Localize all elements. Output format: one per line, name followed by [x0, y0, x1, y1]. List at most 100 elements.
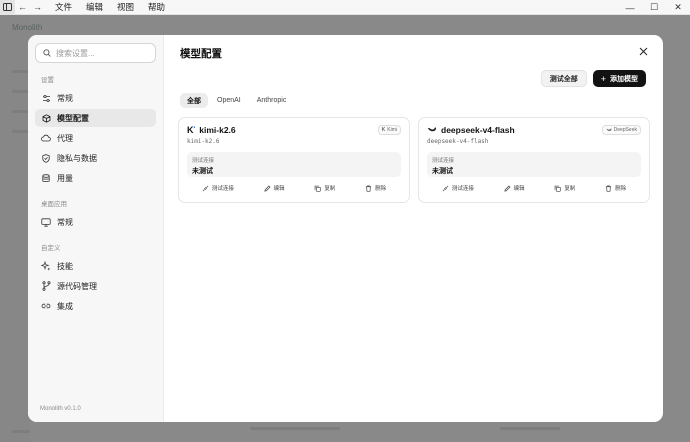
action-label: 删除: [375, 186, 387, 192]
model-id: kimi-k2.6: [187, 138, 220, 145]
monitor-icon: [41, 217, 51, 227]
app-version: Monolith v0.1.0: [40, 406, 81, 412]
menu-help[interactable]: 帮助: [148, 1, 165, 13]
sidebar-item-desktop-general[interactable]: 常规: [35, 213, 156, 231]
close-icon: [639, 47, 647, 55]
pencil-icon: [264, 185, 271, 192]
delete-button[interactable]: 删除: [605, 184, 626, 192]
search-icon: [43, 49, 51, 57]
sidebar-item-label: 源代码管理: [57, 281, 97, 291]
provider-name: Kimi: [387, 127, 397, 133]
sidebar-item-privacy[interactable]: 隐私与数据: [35, 149, 156, 167]
back-arrow-icon[interactable]: ←: [15, 0, 30, 15]
status-value: 未测试: [432, 168, 453, 175]
trash-icon: [365, 185, 372, 192]
delete-button[interactable]: 删除: [365, 184, 386, 192]
sidebar-item-general[interactable]: 常规: [35, 89, 156, 107]
copy-button[interactable]: 复制: [314, 184, 335, 192]
sidebar-item-label: 隐私与数据: [57, 153, 97, 163]
sidebar-toggle-icon[interactable]: [0, 0, 15, 15]
pencil-icon: [504, 185, 511, 192]
sidebar-item-label: 模型配置: [57, 113, 89, 123]
menu-edit[interactable]: 编辑: [86, 1, 103, 13]
tab-all[interactable]: 全部: [180, 93, 208, 108]
header-actions: 测试全部 + 添加模型: [540, 70, 646, 87]
action-label: 测试连接: [211, 186, 234, 192]
model-card: K• kimi-k2.6 kimi-k2.6 K Kimi 测试连接 未测试 测…: [178, 117, 410, 203]
git-branch-icon: [41, 281, 51, 291]
add-model-button[interactable]: + 添加模型: [592, 70, 646, 87]
sliders-icon: [41, 93, 51, 103]
action-label: 编辑: [513, 186, 525, 192]
deepseek-logo-icon: [606, 127, 612, 134]
close-window-icon[interactable]: ✕: [666, 0, 690, 15]
sidebar-item-usage[interactable]: 用量: [35, 169, 156, 187]
menu-bar: 文件 编辑 视图 帮助: [55, 1, 165, 13]
kimi-logo-icon: K: [381, 127, 386, 133]
card-actions: 测试连接 编辑 复制 删除: [427, 184, 641, 192]
cube-icon: [41, 113, 51, 123]
status-value: 未测试: [192, 168, 213, 175]
link-icon: [41, 301, 51, 311]
action-label: 编辑: [273, 186, 285, 192]
sidebar-item-model-config[interactable]: 模型配置: [35, 109, 156, 127]
edit-button[interactable]: 编辑: [264, 184, 285, 192]
search-input[interactable]: 搜索设置...: [35, 43, 156, 63]
kimi-logo-icon: K•: [187, 125, 196, 135]
settings-modal: 搜索设置... 设置 常规 模型配置 代理 隐私与数据 用量 桌面应用 常规 自…: [28, 35, 663, 422]
provider-badge: DeepSeek: [601, 125, 641, 135]
copy-icon: [555, 185, 562, 192]
database-icon: [41, 173, 51, 183]
plus-icon: +: [600, 73, 606, 84]
menu-view[interactable]: 视图: [117, 1, 134, 13]
close-modal-button[interactable]: [637, 45, 649, 57]
maximize-icon[interactable]: ☐: [642, 0, 666, 15]
settings-sidebar: 搜索设置... 设置 常规 模型配置 代理 隐私与数据 用量 桌面应用 常规 自…: [28, 35, 164, 422]
copy-button[interactable]: 复制: [554, 184, 575, 192]
copy-icon: [315, 185, 322, 192]
connection-icon: [442, 185, 449, 191]
test-all-button[interactable]: 测试全部: [540, 70, 587, 87]
settings-content: 模型配置 测试全部 + 添加模型 全部 OpenAI Anthropic: [164, 35, 663, 422]
minimize-icon[interactable]: —: [618, 0, 642, 15]
window-controls: — ☐ ✕: [618, 0, 690, 15]
test-connection-button[interactable]: 测试连接: [442, 184, 474, 192]
search-placeholder: 搜索设置...: [56, 48, 95, 58]
status-label: 测试连接: [432, 158, 455, 164]
provider-tabs: 全部 OpenAI Anthropic: [180, 93, 293, 108]
menu-file[interactable]: 文件: [55, 1, 72, 13]
model-card: deepseek-v4-flash deepseek-v4-flash Deep…: [418, 117, 650, 203]
test-connection-button[interactable]: 测试连接: [202, 184, 234, 192]
sidebar-item-proxy[interactable]: 代理: [35, 129, 156, 147]
sidebar-item-source-control[interactable]: 源代码管理: [35, 277, 156, 295]
sparkle-icon: [41, 261, 51, 271]
sidebar-item-label: 常规: [57, 217, 73, 227]
shield-icon: [41, 153, 51, 163]
action-label: 删除: [615, 186, 627, 192]
provider-name: DeepSeek: [613, 127, 637, 133]
card-actions: 测试连接 编辑 复制 删除: [187, 184, 401, 192]
sidebar-item-skills[interactable]: 技能: [35, 257, 156, 275]
action-label: 复制: [324, 186, 336, 192]
tab-openai[interactable]: OpenAI: [210, 93, 248, 108]
sidebar-item-label: 技能: [57, 261, 73, 271]
model-name: kimi-k2.6: [199, 125, 236, 135]
section-label-desktop: 桌面应用: [41, 201, 67, 208]
model-card-header: K• kimi-k2.6: [187, 125, 401, 135]
sidebar-item-label: 常规: [57, 93, 73, 103]
sidebar-item-label: 用量: [57, 173, 73, 183]
trash-icon: [605, 185, 612, 192]
model-name: deepseek-v4-flash: [441, 125, 515, 135]
section-label-settings: 设置: [41, 77, 54, 84]
edit-button[interactable]: 编辑: [504, 184, 525, 192]
model-cards: K• kimi-k2.6 kimi-k2.6 K Kimi 测试连接 未测试 测…: [178, 117, 650, 203]
cloud-icon: [41, 133, 51, 143]
forward-arrow-icon[interactable]: →: [30, 0, 45, 15]
model-id: deepseek-v4-flash: [427, 138, 489, 145]
deepseek-logo-icon: [427, 125, 437, 135]
sidebar-item-integrations[interactable]: 集成: [35, 297, 156, 315]
connection-status: 测试连接 未测试: [187, 152, 401, 177]
sidebar-item-label: 代理: [57, 133, 73, 143]
connection-status: 测试连接 未测试: [427, 152, 641, 177]
tab-anthropic[interactable]: Anthropic: [250, 93, 294, 108]
